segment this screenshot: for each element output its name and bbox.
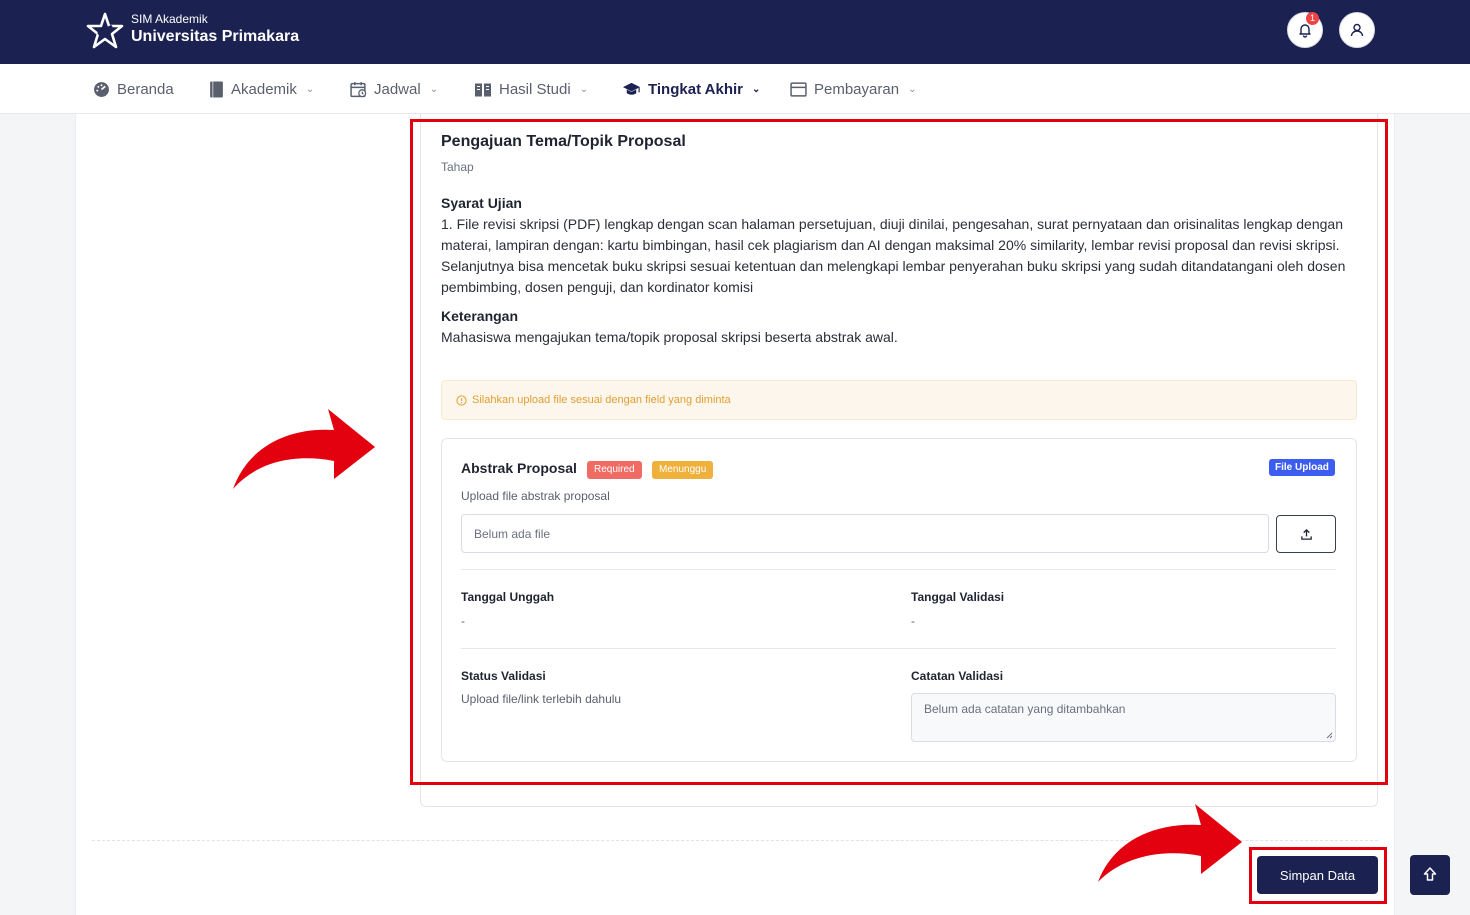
top-bar: SIM Akademik Universitas Primakara 1 [0, 0, 1470, 64]
nav-label-pembayaran: Pembayaran [814, 80, 900, 98]
chevron-down-icon: ⌄ [579, 83, 589, 95]
chevron-down-icon: ⌄ [305, 83, 315, 95]
graduation-cap-icon [622, 82, 641, 95]
book-icon [210, 81, 223, 97]
primakara-star-logo[interactable] [86, 12, 124, 50]
annotation-arrow-icon [233, 409, 375, 489]
app-label: SIM Akademik [131, 12, 208, 26]
chevron-down-icon: ⌄ [429, 83, 439, 95]
nav-label-hasil-studi: Hasil Studi [499, 80, 571, 98]
annotation-highlight-box [1249, 847, 1387, 904]
dashboard-icon [94, 81, 109, 97]
scroll-to-top-button[interactable] [1410, 855, 1450, 895]
open-book-icon [475, 83, 491, 96]
nav-item-beranda[interactable]: Beranda [93, 64, 174, 114]
notification-count-badge: 1 [1306, 12, 1319, 25]
arrow-up-icon [1423, 867, 1437, 881]
nav-item-pembayaran[interactable]: Pembayaran ⌄ [790, 64, 916, 114]
card-icon [790, 81, 807, 97]
institution-name: Universitas Primakara [131, 28, 300, 45]
nav-item-tingkat-akhir[interactable]: Tingkat Akhir ⌄ [622, 64, 760, 114]
nav-label-beranda: Beranda [117, 80, 174, 98]
chevron-down-icon: ⌄ [752, 83, 761, 95]
nav-item-akademik[interactable]: Akademik ⌄ [209, 64, 314, 114]
nav-label-tingkat-akhir: Tingkat Akhir [648, 80, 744, 98]
user-icon [1350, 23, 1364, 37]
nav-item-hasil-studi[interactable]: Hasil Studi ⌄ [474, 64, 588, 114]
nav-label-akademik: Akademik [231, 80, 297, 98]
calendar-icon [350, 81, 367, 97]
annotation-highlight-box [410, 119, 1388, 785]
user-menu-button[interactable] [1339, 12, 1375, 48]
annotation-arrow-icon [1098, 804, 1242, 882]
main-nav: Beranda Akademik ⌄ Jadwal ⌄ Hasil Studi … [0, 64, 1470, 114]
chevron-down-icon: ⌄ [908, 83, 917, 95]
nav-item-jadwal[interactable]: Jadwal ⌄ [350, 64, 438, 114]
nav-label-jadwal: Jadwal [374, 80, 421, 98]
